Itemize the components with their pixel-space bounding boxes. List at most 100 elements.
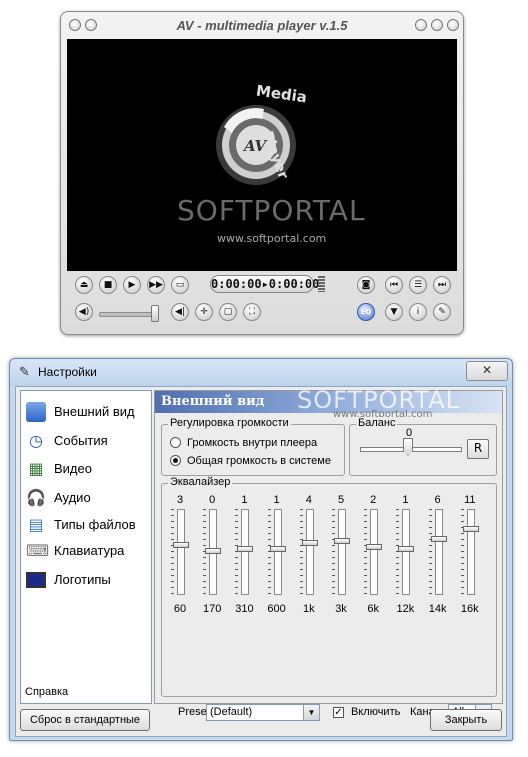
volume-slider-knob[interactable] bbox=[151, 305, 159, 322]
eq-band-knob[interactable] bbox=[205, 547, 222, 554]
volume-option-player[interactable]: Громкость внутри плеера bbox=[170, 437, 317, 449]
eq-band-knob[interactable] bbox=[334, 537, 350, 544]
eq-band-ticks bbox=[332, 509, 335, 595]
skip-forward-icon: ⏭ bbox=[437, 279, 447, 290]
display-button[interactable]: ▭ bbox=[171, 276, 189, 294]
balance-reset-button[interactable]: R bbox=[467, 439, 489, 459]
next-button[interactable]: ▶▶ bbox=[147, 276, 165, 294]
nav-item-appearance[interactable]: Внешний вид bbox=[24, 401, 148, 423]
eq-band-slider[interactable] bbox=[177, 509, 185, 595]
eq-band-knob[interactable] bbox=[173, 541, 189, 548]
radio-system-volume[interactable] bbox=[170, 455, 181, 466]
enable-label: Включить bbox=[351, 706, 401, 718]
nav-item-video[interactable]: ▦ Видео bbox=[24, 458, 148, 480]
monitor-icon bbox=[26, 572, 46, 588]
settings-button[interactable]: ✎ bbox=[433, 303, 451, 321]
balance-group-title: Баланс bbox=[356, 417, 398, 429]
eq-band-slider[interactable] bbox=[434, 509, 443, 595]
settings-close-button[interactable]: ✕ bbox=[466, 361, 508, 381]
settings-titlebar: ✎ Настройки ✕ bbox=[10, 359, 512, 386]
nav-item-audio[interactable]: 🎧 Аудио bbox=[24, 487, 148, 509]
eq-band-value: 0 bbox=[209, 494, 216, 506]
headphones-icon: 🎧 bbox=[26, 488, 46, 507]
play-button[interactable]: ▶ bbox=[123, 276, 141, 294]
eq-band-value: 1 bbox=[241, 494, 248, 506]
nav-item-events[interactable]: ◷ События bbox=[24, 430, 148, 452]
close-button[interactable] bbox=[447, 19, 459, 31]
maximize-button[interactable] bbox=[431, 19, 443, 31]
close-settings-button[interactable]: Закрыть bbox=[430, 709, 502, 731]
nav-item-logos[interactable]: Логотипы bbox=[24, 569, 148, 591]
preset-select[interactable]: (Default) ▼ bbox=[206, 704, 320, 721]
nav-label: Клавиатура bbox=[54, 543, 125, 558]
eq-band-knob[interactable] bbox=[269, 545, 286, 552]
nav-label: Видео bbox=[54, 461, 92, 476]
prev-track-button[interactable]: ⏮ bbox=[385, 276, 403, 294]
eq-band-frequency: 170 bbox=[203, 603, 222, 615]
eq-band-knob[interactable] bbox=[430, 535, 447, 542]
video-screen[interactable]: Media Player AV SOFTPORTAL www.softporta… bbox=[67, 39, 457, 271]
info-button[interactable]: i bbox=[409, 303, 427, 321]
camera-icon: ◙ bbox=[361, 279, 371, 290]
snapshot-button[interactable]: ◙ bbox=[357, 276, 375, 294]
funnel-icon: ▼ bbox=[390, 306, 398, 317]
eq-band-slider[interactable] bbox=[466, 509, 475, 595]
volume-group: Регулировка громкости Громкость внутри п… bbox=[161, 417, 345, 476]
radio-player-volume[interactable] bbox=[170, 437, 181, 448]
player-window: AV - multimedia player v.1.5 Media Playe… bbox=[60, 11, 464, 335]
volume-slider[interactable] bbox=[99, 312, 157, 317]
content-title: Внешний вид bbox=[161, 394, 265, 409]
eq-band-slider[interactable] bbox=[402, 509, 411, 595]
player-title: AV - multimedia player v.1.5 bbox=[176, 18, 348, 33]
softportal-watermark: SOFTPORTAL bbox=[177, 194, 366, 227]
settings-title: Настройки bbox=[38, 365, 97, 379]
stop-button[interactable]: ■ bbox=[99, 276, 117, 294]
eq-band-frequency: 1k bbox=[302, 603, 315, 615]
minimize-button[interactable] bbox=[415, 19, 427, 31]
playlist-button[interactable]: ☰ bbox=[409, 276, 427, 294]
folder-icon: ▤ bbox=[28, 515, 44, 534]
eq-band-slider[interactable] bbox=[273, 509, 282, 595]
eq-band-knob[interactable] bbox=[301, 539, 318, 546]
volume-option-system[interactable]: Общая громкость в системе bbox=[170, 455, 331, 467]
eject-button[interactable]: ⏏ bbox=[75, 276, 93, 294]
eq-band-value: 5 bbox=[337, 494, 345, 506]
fullscreen-button[interactable]: ⛶ bbox=[243, 303, 261, 321]
eq-band-value: 11 bbox=[464, 494, 476, 506]
help-link[interactable]: Справка bbox=[25, 686, 68, 698]
balance-slider-knob[interactable] bbox=[403, 438, 413, 456]
eq-band-slider[interactable] bbox=[338, 509, 346, 595]
eq-band-frequency: 16k bbox=[460, 603, 479, 615]
monitor-icon: ▭ bbox=[175, 279, 185, 290]
square-button[interactable]: ▢ bbox=[219, 303, 237, 321]
equalizer-button[interactable]: EQ bbox=[357, 303, 375, 321]
enable-checkbox[interactable]: ✓ bbox=[333, 707, 344, 718]
eq-band-slider[interactable] bbox=[241, 509, 250, 595]
eq-band-knob[interactable] bbox=[462, 525, 479, 532]
eq-band-slider[interactable] bbox=[370, 509, 379, 595]
eq-band-knob[interactable] bbox=[398, 545, 415, 552]
nav-label: Типы файлов bbox=[54, 517, 136, 532]
settings-window: ✎ Настройки ✕ Внешний вид ◷ События ▦ Ви… bbox=[9, 358, 513, 741]
filter-button[interactable]: ▼ bbox=[385, 303, 403, 321]
next-track-button[interactable]: ⏭ bbox=[433, 276, 451, 294]
radio-label: Громкость внутри плеера bbox=[187, 437, 318, 449]
time-display: 0:00:00▸0:00:00 bbox=[210, 275, 320, 293]
nav-item-keyboard[interactable]: ⌨ Клавиатура bbox=[24, 540, 148, 562]
nav-label: Логотипы bbox=[54, 572, 111, 587]
mute-button[interactable]: ◀| bbox=[171, 303, 189, 321]
appearance-icon bbox=[26, 402, 46, 422]
center-button[interactable]: ✛ bbox=[195, 303, 213, 321]
reset-defaults-button[interactable]: Сброс в стандартные bbox=[20, 709, 150, 731]
skip-back-icon: ⏮ bbox=[389, 279, 399, 290]
eq-band-frequency: 14k bbox=[428, 603, 447, 615]
eq-band-knob[interactable] bbox=[366, 543, 383, 550]
eq-band-slider[interactable] bbox=[305, 509, 314, 595]
eq-band-knob[interactable] bbox=[237, 545, 254, 552]
nav-item-file-types[interactable]: ▤ Типы файлов bbox=[24, 514, 148, 536]
media-player-logo: Media Player AV bbox=[204, 79, 324, 199]
eq-band-value: 6 bbox=[434, 494, 441, 506]
eq-band-ticks bbox=[299, 509, 303, 595]
volume-button[interactable]: ◀) bbox=[75, 303, 93, 321]
eject-icon: ⏏ bbox=[79, 279, 89, 290]
